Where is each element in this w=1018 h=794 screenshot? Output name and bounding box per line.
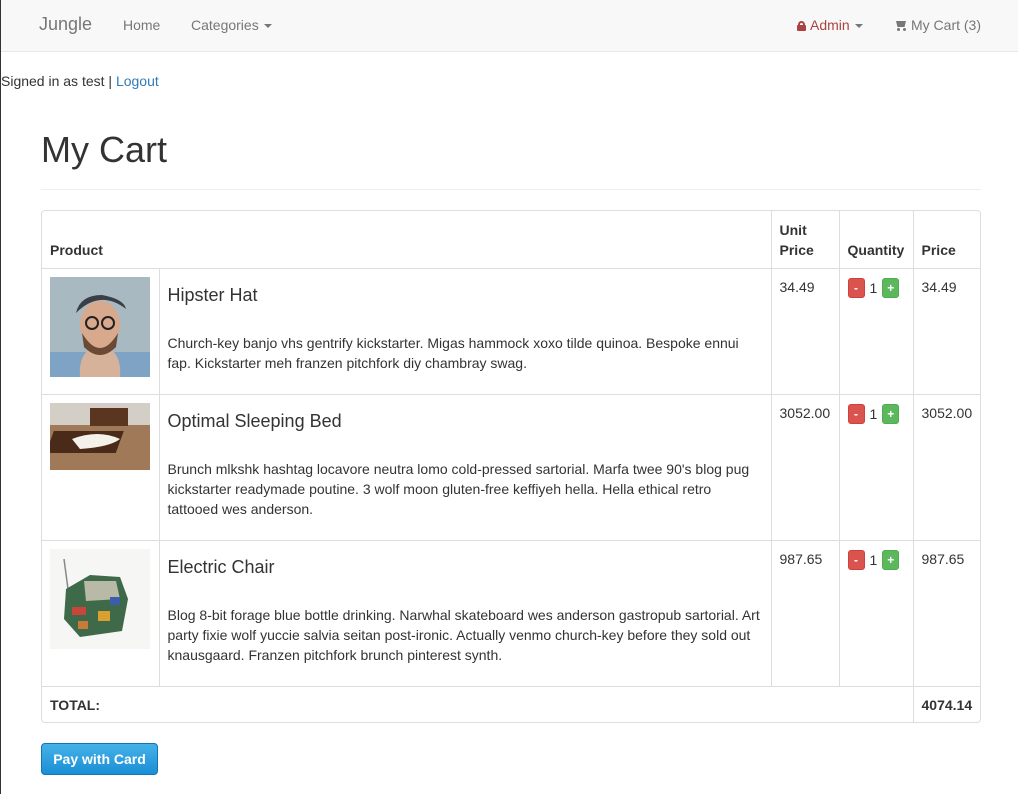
product-name[interactable]: Hipster Hat xyxy=(168,285,763,305)
unit-price-cell: 34.49 xyxy=(771,268,840,395)
table-row: Optimal Sleeping Bed Brunch mlkshk hasht… xyxy=(42,394,980,541)
unit-price-cell: 987.65 xyxy=(771,540,840,687)
nav-admin-dropdown[interactable]: Admin xyxy=(797,17,863,33)
quantity-cell: -1 + xyxy=(839,540,914,687)
table-row: Electric Chair Blog 8-bit forage blue bo… xyxy=(42,540,980,687)
total-value: 4074.14 xyxy=(921,696,973,713)
quantity-value: 1 xyxy=(869,405,878,422)
shopping-cart-icon xyxy=(894,20,907,31)
total-row: TOTAL: 4074.14 xyxy=(42,686,980,722)
pay-with-card-button[interactable]: Pay with Card xyxy=(41,743,158,775)
lock-icon xyxy=(797,21,806,31)
quantity-value: 1 xyxy=(869,279,878,296)
title-divider xyxy=(41,189,981,190)
product-image-cell xyxy=(42,394,160,541)
price-cell: 3052.00 xyxy=(913,394,980,541)
logout-link[interactable]: Logout xyxy=(116,73,159,89)
quantity-cell: -1 + xyxy=(839,394,914,541)
nav-admin-label: Admin xyxy=(810,17,850,33)
product-image-cell xyxy=(42,268,160,395)
product-description: Brunch mlkshk hashtag locavore neutra lo… xyxy=(167,460,750,517)
product-info-cell: Hipster Hat Church-key banjo vhs gentrif… xyxy=(159,268,772,395)
nav-categories-label: Categories xyxy=(191,17,259,33)
table-row: Hipster Hat Church-key banjo vhs gentrif… xyxy=(42,268,980,395)
increase-quantity-button[interactable]: + xyxy=(882,403,900,424)
cart-table-panel: Product Unit Price Quantity Price Hipste… xyxy=(41,210,981,723)
decrease-quantity-button[interactable]: - xyxy=(847,277,865,298)
total-label: TOTAL: xyxy=(42,686,914,722)
decrease-quantity-button[interactable]: - xyxy=(847,403,865,424)
price-cell: 987.65 xyxy=(913,540,980,687)
product-info-cell: Electric Chair Blog 8-bit forage blue bo… xyxy=(159,540,772,687)
product-description: Blog 8-bit forage blue bottle drinking. … xyxy=(167,606,760,663)
brand-link[interactable]: Jungle xyxy=(39,14,92,35)
signed-in-bar: Signed in as test | Logout xyxy=(1,73,159,89)
quantity-cell: -1 + xyxy=(839,268,914,395)
caret-down-icon xyxy=(854,24,863,29)
page-title: My Cart xyxy=(41,129,167,170)
nav-home-link[interactable]: Home xyxy=(123,17,160,33)
header-unit-price: Unit Price xyxy=(771,211,840,269)
product-name[interactable]: Optimal Sleeping Bed xyxy=(168,411,763,431)
product-image-cell xyxy=(42,540,160,687)
increase-quantity-button[interactable]: + xyxy=(882,549,900,570)
increase-quantity-button[interactable]: + xyxy=(882,277,900,298)
header-quantity: Quantity xyxy=(839,211,914,269)
nav-my-cart-label: My Cart (3) xyxy=(911,17,981,33)
unit-price-cell: 3052.00 xyxy=(771,394,840,541)
quantity-value: 1 xyxy=(869,551,878,568)
product-name[interactable]: Electric Chair xyxy=(168,557,763,577)
decrease-quantity-button[interactable]: - xyxy=(847,549,865,570)
price-cell: 34.49 xyxy=(913,268,980,395)
header-price: Price xyxy=(913,211,980,269)
electric-chair-image xyxy=(50,548,150,649)
caret-down-icon xyxy=(263,24,272,29)
signed-in-text: Signed in as test | xyxy=(1,73,113,89)
product-info-cell: Optimal Sleeping Bed Brunch mlkshk hasht… xyxy=(159,394,772,541)
hipster-hat-image xyxy=(50,276,150,377)
cart-table: Product Unit Price Quantity Price Hipste… xyxy=(42,211,980,722)
product-description: Church-key banjo vhs gentrify kickstarte… xyxy=(167,334,739,371)
nav-categories-dropdown[interactable]: Categories xyxy=(191,17,272,33)
nav-my-cart-link[interactable]: My Cart (3) xyxy=(894,17,981,33)
sleeping-bed-image xyxy=(50,402,150,470)
table-header-row: Product Unit Price Quantity Price xyxy=(42,211,980,269)
top-navbar: Jungle Home Categories Admin My Cart (3) xyxy=(1,0,1018,52)
header-product: Product xyxy=(42,211,772,269)
